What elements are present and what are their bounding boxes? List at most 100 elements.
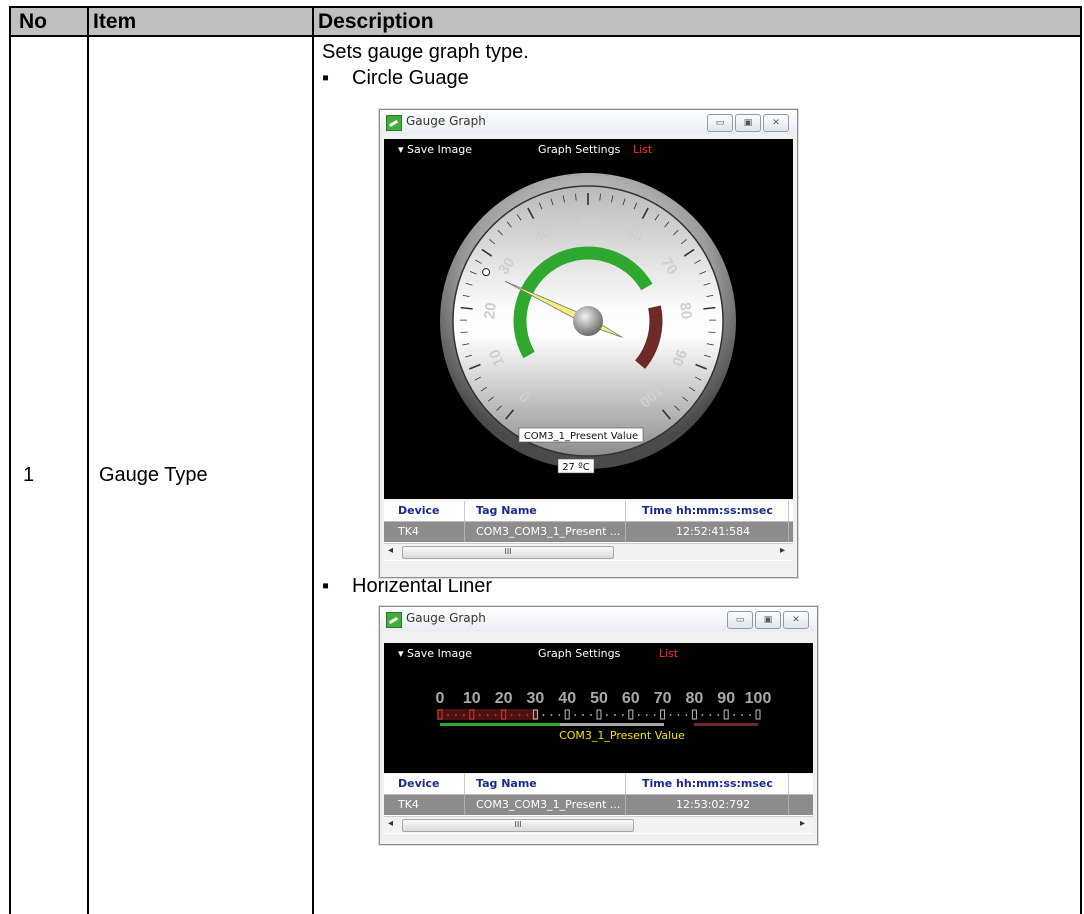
linear-minor-tick [733,714,736,716]
cell-device: TK4 [398,798,419,811]
linear-minor-tick [717,714,720,716]
scroll-left-icon[interactable]: ◂ [388,545,393,556]
list-menu[interactable]: List [659,647,678,660]
gauge-scale-label: 50 [580,215,597,232]
grid-row[interactable]: TK4 COM3_COM3_1_Present ... 12:53:02:792 [384,795,813,815]
linear-scale-label: 30 [527,690,545,707]
linear-scale-label: 80 [686,690,704,707]
linear-scale-label: 100 [745,690,772,707]
col-time: Time hh:mm:ss:msec [642,504,773,517]
row-item: Gauge Type [87,35,314,914]
linear-minor-tick [614,714,616,716]
linear-minor-tick [462,714,465,716]
minimize-button[interactable]: ▭ [707,114,733,132]
col-device: Device [398,504,440,517]
linear-scale-label: 50 [590,690,608,707]
linear-minor-tick [582,714,584,716]
col-tag-name: Tag Name [476,504,537,517]
table-header-row: No Item Description [9,6,1082,37]
save-image-menu[interactable]: ▾ Save Image [398,647,472,660]
linear-minor-tick [558,714,561,716]
gauge-hub [573,306,603,336]
save-image-menu[interactable]: ▾ Save Image [398,143,472,156]
tag-label: COM3_1_Present Value [524,431,638,442]
maximize-button[interactable]: ▣ [755,611,781,629]
green-range-band [440,723,560,726]
linear-minor-tick [701,714,704,716]
minimize-button[interactable]: ▭ [727,611,753,629]
linear-major-tick [723,709,729,720]
value-label: 27 ºC [562,462,590,473]
linear-major-tick [691,709,697,720]
maximize-button[interactable]: ▣ [735,114,761,132]
linear-scale-label: 20 [495,690,513,707]
linear-major-tick [755,709,761,720]
close-button[interactable]: ✕ [763,114,789,132]
gauge-canvas: ▾ Save Image Graph Settings List 0 10 20… [384,139,793,499]
scroll-right-icon[interactable]: ▸ [800,818,805,829]
bullet-label: Horizental Liner [352,575,493,597]
linear-minor-tick [741,714,743,716]
linear-minor-tick [526,714,529,716]
linear-gauge: 0 10 20 30 40 50 60 70 80 90 100 COM3_1_Present Va… [436,690,772,742]
graph-settings-menu[interactable]: Graph Settings [538,647,620,660]
cell-time: 12:53:02:792 [676,798,751,811]
gauge-canvas: ▾ Save Image Graph Settings List 0 10 20 30… [384,643,813,773]
description-intro: Sets gauge graph type. [322,41,529,63]
linear-minor-tick [590,714,592,716]
circle-gauge-window: Gauge Graph ▭ ▣ ✕ ▾ Save Image Graph Set… [379,109,798,578]
cell-device: TK4 [398,525,419,538]
circle-gauge: 0102030405060708090100 COM3_1_Present Va… [440,173,736,474]
linear-minor-tick [677,714,680,716]
bullet-circle-gauge: ▪ Circle Guage [322,67,469,90]
window-titlebar: Gauge Graph ▭ ▣ ✕ [380,110,797,134]
linear-minor-tick [510,714,513,716]
linear-minor-tick [494,714,497,716]
graph-settings-menu[interactable]: Graph Settings [538,143,620,156]
data-grid: Device Tag Name Time hh:mm:ss:msec TK4 C… [384,501,793,561]
grid-header: Device Tag Name Time hh:mm:ss:msec [384,774,813,795]
app-icon [386,612,402,628]
linear-minor-tick [669,714,672,716]
col-tag-name: Tag Name [476,777,537,790]
row-number: 1 [9,35,89,914]
horizontal-scrollbar[interactable]: ◂ III ▸ [384,543,793,560]
close-button[interactable]: ✕ [783,611,809,629]
scroll-thumb[interactable]: III [402,546,614,559]
scroll-left-icon[interactable]: ◂ [388,818,393,829]
horizontal-scrollbar[interactable]: ◂ III ▸ [384,816,813,833]
linear-scale-label: 10 [463,690,481,707]
linear-scale-label: 40 [558,690,576,707]
grid-row[interactable]: TK4 COM3_COM3_1_Present ... 12:52:41:584 [384,522,793,542]
linear-minor-tick [447,714,449,716]
app-icon [386,115,402,131]
tag-label: COM3_1_Present Value [559,729,685,742]
linear-scale-label: 90 [717,690,735,707]
linear-major-tick [564,709,570,720]
bullet-icon: ▪ [322,575,330,597]
linear-minor-tick [486,714,489,716]
linear-minor-tick [455,714,457,716]
gauge-scale-label: 80 [676,302,695,320]
linear-minor-tick [518,714,521,716]
list-menu[interactable]: List [633,143,652,156]
linear-major-tick [628,709,634,720]
linear-minor-tick [709,714,712,716]
linear-gauge-window: Gauge Graph ▭ ▣ ✕ ▾ Save Image Graph Set… [379,606,818,845]
linear-minor-tick [637,714,640,716]
header-description: Description [312,6,1082,37]
cell-time: 12:52:41:584 [676,525,751,538]
scroll-thumb[interactable]: III [402,819,634,832]
data-grid: Device Tag Name Time hh:mm:ss:msec TK4 C… [384,774,813,834]
linear-minor-tick [685,714,688,716]
red-range-band [694,723,758,726]
bullet-icon: ▪ [322,67,330,89]
window-titlebar: Gauge Graph ▭ ▣ ✕ [380,607,817,631]
linear-scale: 0 10 20 30 40 50 60 70 80 90 100 [436,690,772,707]
linear-minor-tick [542,714,545,716]
linear-minor-tick [653,714,656,716]
linear-scale-label: 70 [654,690,672,707]
linear-minor-tick [645,714,648,716]
scroll-right-icon[interactable]: ▸ [780,545,785,556]
bullet-linear-gauge: ▪ Horizental Liner [322,575,492,598]
